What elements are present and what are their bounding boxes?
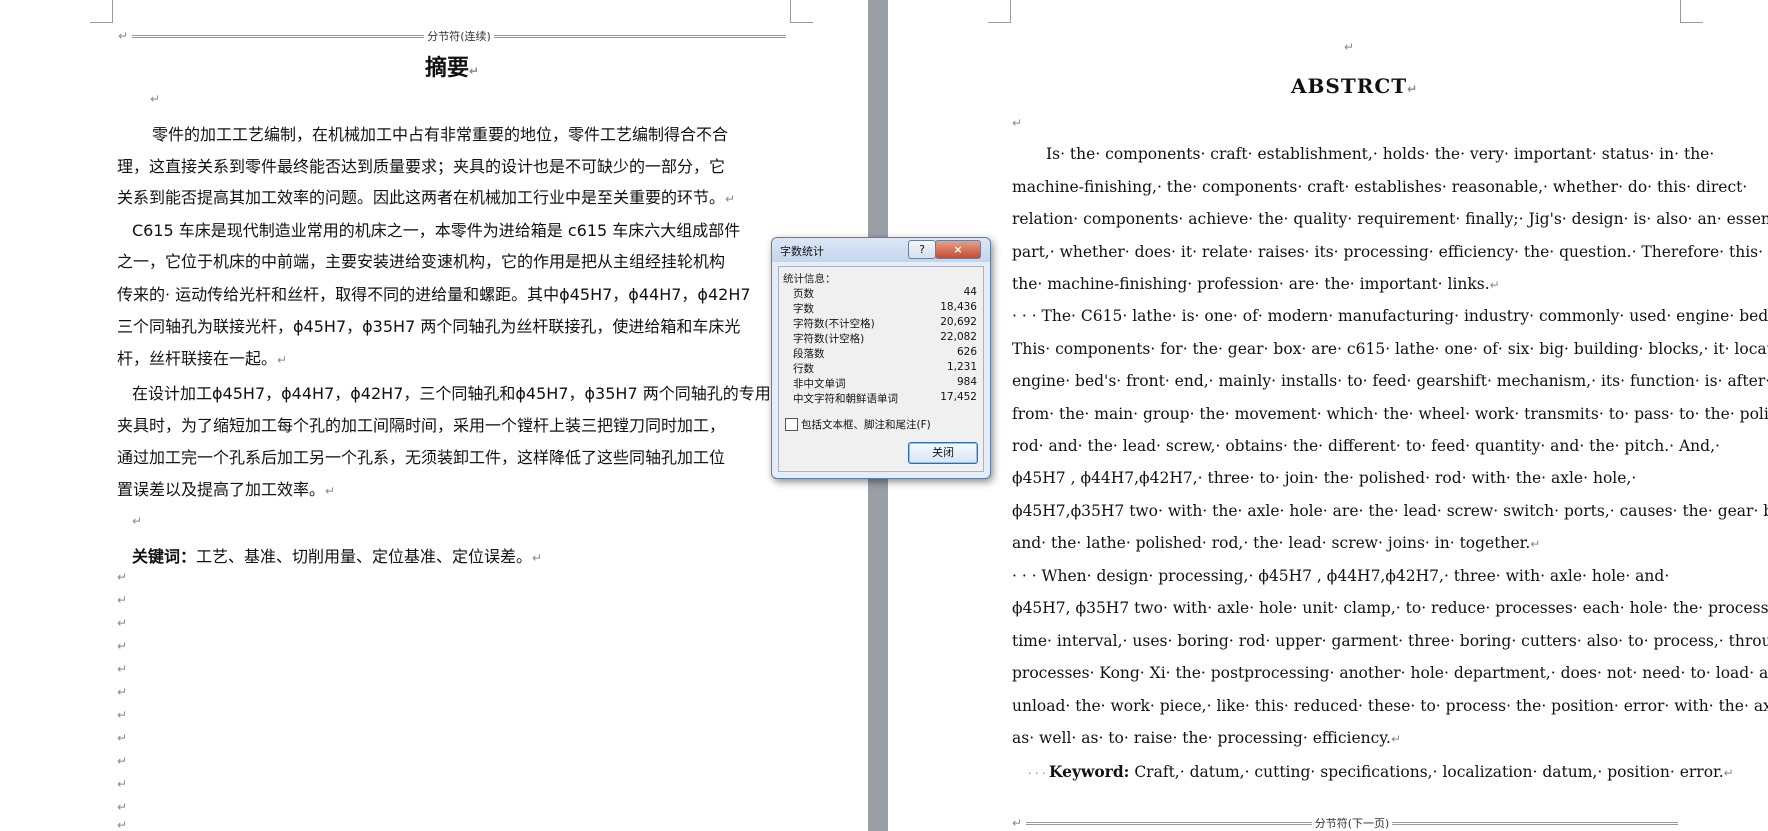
paragraph-mark: ↵ [150,92,161,106]
text-line: rod· and· the· lead· screw,· obtains· th… [1012,437,1720,455]
close-icon[interactable]: × [935,240,981,259]
text-line: C615 车床是现代制造业常用的机床之一，本零件为进给箱是 c615 车床六大组… [132,221,741,240]
text-line: time· interval,· uses· boring· rod· uppe… [1012,632,1768,650]
text-line: engine· bed's· front· end,· mainly· inst… [1012,372,1768,390]
text-line: 传来的· 运动传给光杆和丝杆，取得不同的进给量和螺距。其中ϕ45H7，ϕ44H7… [117,285,751,304]
page-corner-mark [988,0,1011,23]
word-count-dialog[interactable]: 字数统计 ? × 统计信息： 页数 44 字数 18,436 字符数(不计空格) 20… [771,237,991,479]
text-line: processes· Kong· Xi· the· postprocessing… [1012,664,1768,682]
section-break-next-page: ↵ 分节符(下一页) [1012,815,1678,831]
text-line: ϕ45H7,ϕ35H7 two· with· the· axle· hole· … [1012,502,1768,520]
keywords-cn: 关键词：工艺、基准、切削用量、定位基准、定位误差。↵ [132,547,543,566]
dialog-body: 统计信息： 页数 44 字数 18,436 字符数(不计空格) 20,692 字符数(… [778,266,984,472]
text-line: 夹具时，为了缩短加工每个孔的加工间隔时间，采用一个镗杆上装三把镗刀同时加工， [117,416,726,435]
text-line: 在设计加工ϕ45H7，ϕ44H7，ϕ42H7，三个同轴孔和ϕ45H7，ϕ35H7… [132,384,771,403]
abstract-heading-en: ABSTRCT↵ [1291,74,1419,98]
page-corner-mark [790,0,813,23]
text-line: from· the· main· group· the· movement· w… [1012,405,1768,423]
paragraph-mark: ↵ [132,514,143,528]
text-line: relation· components· achieve· the· qual… [1012,210,1768,228]
text-line: the· machine-finishing· profession· are·… [1012,275,1500,293]
text-line: unload· the· work· piece,· like· this· r… [1012,697,1768,715]
document-page-right[interactable]: ↵ ABSTRCT↵ ↵ Is· the· components· craft·… [888,0,1768,831]
stat-row-chars-no-spaces: 字符数(不计空格) 20,692 [793,316,977,330]
text-line: and· the· lathe· polished· rod,· the· le… [1012,534,1541,552]
text-line: as· well· as· to· raise· the· processing… [1012,729,1401,747]
close-button[interactable]: 关闭 [908,442,978,464]
section-break-label: 分节符(连续) [427,30,491,43]
paragraph-mark: ↵ [1344,40,1355,54]
text-line: · · · The· C615· lathe· is· one· of· mod… [1012,307,1768,325]
section-break-label: 分节符(下一页) [1314,817,1390,830]
help-button[interactable]: ? [908,240,936,259]
text-line: 杆，丝杆联接在一起。↵ [117,349,288,368]
text-line: This· components· for· the· gear· box· a… [1012,340,1768,358]
stat-row-pages: 页数 44 [793,286,977,300]
dialog-titlebar[interactable]: 字数统计 ? × [772,238,990,262]
text-line: 置误差以及提高了加工效率。↵ [117,480,336,499]
document-page-left[interactable]: ↵ 分节符(连续) 摘要↵ ↵ 零件的加工工艺编制，在机械加工中占有非常重要的地… [0,0,868,831]
include-textboxes-label[interactable]: 包括文本框、脚注和尾注(F) [801,417,931,432]
keywords-en: · · · Keyword: Craft,· datum,· cutting· … [1028,762,1734,781]
stat-row-chars-with-spaces: 字符数(计空格) 22,082 [793,331,977,345]
stat-row-paragraphs: 段落数 626 [793,346,977,360]
text-line: machine-finishing,· the· components· cra… [1012,178,1748,196]
dialog-title: 字数统计 [780,245,824,258]
paragraph-mark: ↵ [1012,116,1023,130]
stat-row-lines: 行数 1,231 [793,361,977,375]
text-line: 关系到能否提高其加工效率的问题。因此这两者在机械加工行业中是至关重要的环节。↵ [117,188,736,207]
text-line: part,· whether· does· it· relate· raises… [1012,243,1768,261]
text-line: 之一，它位于机床的中前端，主要安装进给变速机构，它的作用是把从主组经挂轮机构 [117,252,726,271]
include-textboxes-checkbox[interactable] [785,418,798,431]
stat-row-non-chinese-words: 非中文单词 984 [793,376,977,390]
stat-row-words: 字数 18,436 [793,301,977,315]
text-line: ϕ45H7, ϕ35H7 two· with· axle· hole· unit… [1012,599,1768,617]
text-line: 通过加工完一个孔系后加工另一个孔系，无须装卸工件，这样降低了这些同轴孔加工位 [117,448,726,467]
statistics-group-label: 统计信息： [783,273,836,285]
stat-row-cjk-chars: 中文字符和朝鲜语单词 17,452 [793,391,977,405]
text-line: · · · When· design· processing,· ϕ45H7 ,… [1012,567,1670,585]
text-line: 三个同轴孔为联接光杆，ϕ45H7，ϕ35H7 两个同轴孔为丝杆联接孔，使进给箱和… [117,317,741,336]
section-break-continuous: ↵ 分节符(连续) [118,28,786,44]
text-line: 理，这直接关系到零件最终能否达到质量要求；夹具的设计也是不可缺少的一部分，它 [117,157,726,176]
text-line: ϕ45H7 , ϕ44H7,ϕ42H7,· three· to· join· t… [1012,469,1637,487]
text-line: Is· the· components· craft· establishmen… [1046,145,1715,163]
paragraph-mark: ↵ [118,29,129,43]
page-corner-mark [1680,0,1703,23]
page-corner-mark [90,0,113,23]
text-line: 零件的加工工艺编制，在机械加工中占有非常重要的地位，零件工艺编制得合不合 [152,125,729,144]
abstract-heading-cn: 摘要↵ [425,56,480,81]
